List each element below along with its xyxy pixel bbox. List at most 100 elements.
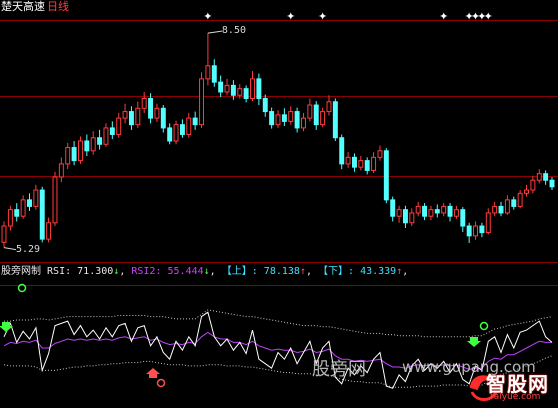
buy-arrow-icon (0, 322, 13, 332)
candle-body (453, 209, 459, 217)
period-label[interactable]: 日线 (47, 0, 69, 13)
candle-body (128, 111, 134, 126)
up-candle (301, 112, 306, 132)
down-candle (460, 207, 466, 232)
signal-circle-icon (156, 378, 166, 388)
rsi-value: 71.300 (77, 266, 114, 277)
candle-body (383, 150, 389, 201)
down-candle (511, 196, 517, 210)
candle-body (33, 189, 39, 207)
sell-arrow-icon (146, 368, 160, 378)
up-candle (116, 112, 122, 138)
up-candle (224, 78, 230, 96)
up-candle (415, 201, 421, 217)
candle-body (84, 140, 90, 152)
down-candle (262, 94, 268, 117)
stock-chart[interactable]: ✦ ✦ ✦ ✦ ✦✦✦✦ (0, 0, 558, 408)
candle-body (148, 97, 154, 119)
signal-marker: ✦ (318, 10, 327, 23)
up-candle (186, 112, 192, 138)
up-candle (46, 217, 52, 243)
candle-body (460, 209, 466, 227)
indicator-name: 股旁网制 (1, 266, 41, 277)
up-candle (358, 156, 364, 171)
down-candle (390, 196, 396, 222)
down-candle (466, 222, 472, 244)
up-candle (377, 145, 383, 161)
candle-body (332, 101, 338, 139)
up-candle (288, 106, 294, 125)
candle-body (205, 65, 211, 80)
down-candle (332, 98, 338, 141)
candle-body (7, 209, 13, 227)
high-pointer (207, 30, 222, 34)
down-candle (402, 205, 408, 228)
down-candle (211, 59, 217, 87)
up-candle (20, 195, 26, 219)
up-candle (33, 184, 39, 210)
candle-body (52, 176, 58, 224)
watermark-site-name: 股旁网 (312, 359, 366, 380)
candle-body (256, 78, 262, 99)
up-candle (320, 107, 326, 128)
signal-marker: ✦ (439, 10, 448, 23)
down-candle (313, 101, 319, 130)
up-candle (90, 131, 96, 155)
candle-body (109, 127, 115, 135)
candle-body (275, 114, 281, 126)
down-candle (84, 134, 90, 157)
rsi2-value: 55.444 (167, 266, 204, 277)
down-candle (383, 148, 389, 204)
down-candle (160, 105, 166, 133)
up-candle (530, 175, 536, 194)
candle-body (504, 199, 510, 214)
signal-marker: ✦ (286, 10, 295, 23)
up-candle (65, 142, 71, 170)
up-candle (428, 205, 434, 221)
candle-body (179, 124, 185, 135)
up-candle (524, 184, 529, 197)
down-candle (339, 134, 345, 170)
up-candle (275, 110, 281, 128)
candle-body (154, 107, 160, 119)
candle-body (466, 225, 472, 237)
up-candle (58, 157, 64, 183)
candle-body (441, 205, 447, 214)
down-candle (479, 222, 485, 238)
candle-body (339, 137, 345, 165)
candle-body (473, 225, 479, 237)
candle-body (498, 205, 504, 214)
candle-body (345, 156, 351, 165)
stock-name: 楚天高速 (1, 0, 45, 13)
candle-body (173, 124, 179, 142)
down-candle (167, 123, 173, 145)
candle-body (377, 150, 383, 158)
upper-band-line (4, 309, 553, 338)
candle-body (524, 189, 529, 194)
down-candle (14, 203, 20, 222)
down-candle (243, 85, 249, 103)
low-price-label: 5.29 (16, 243, 41, 255)
up-candle (205, 33, 211, 86)
upper-value: 78.138 (263, 266, 300, 277)
candle-body (288, 111, 294, 122)
candle-body (250, 78, 255, 99)
down-candle (179, 119, 185, 138)
down-candle (148, 93, 154, 124)
candle-body (351, 156, 357, 168)
candle-body (396, 209, 402, 217)
candle-body (371, 156, 377, 171)
candle-body (294, 111, 300, 129)
low-pointer (3, 247, 17, 251)
candle-body (364, 160, 370, 171)
signal-marker: ✦ (484, 10, 493, 23)
candle-body (20, 199, 26, 217)
candle-body (224, 84, 230, 93)
down-candle (422, 203, 428, 221)
up-candle (536, 169, 542, 184)
signal-markers: ✦ ✦ ✦ ✦ ✦✦✦✦ (203, 10, 493, 23)
buy-arrow-icon (467, 337, 481, 347)
candle-body (211, 65, 217, 83)
candle-body (269, 111, 275, 126)
candle-body (27, 199, 32, 207)
